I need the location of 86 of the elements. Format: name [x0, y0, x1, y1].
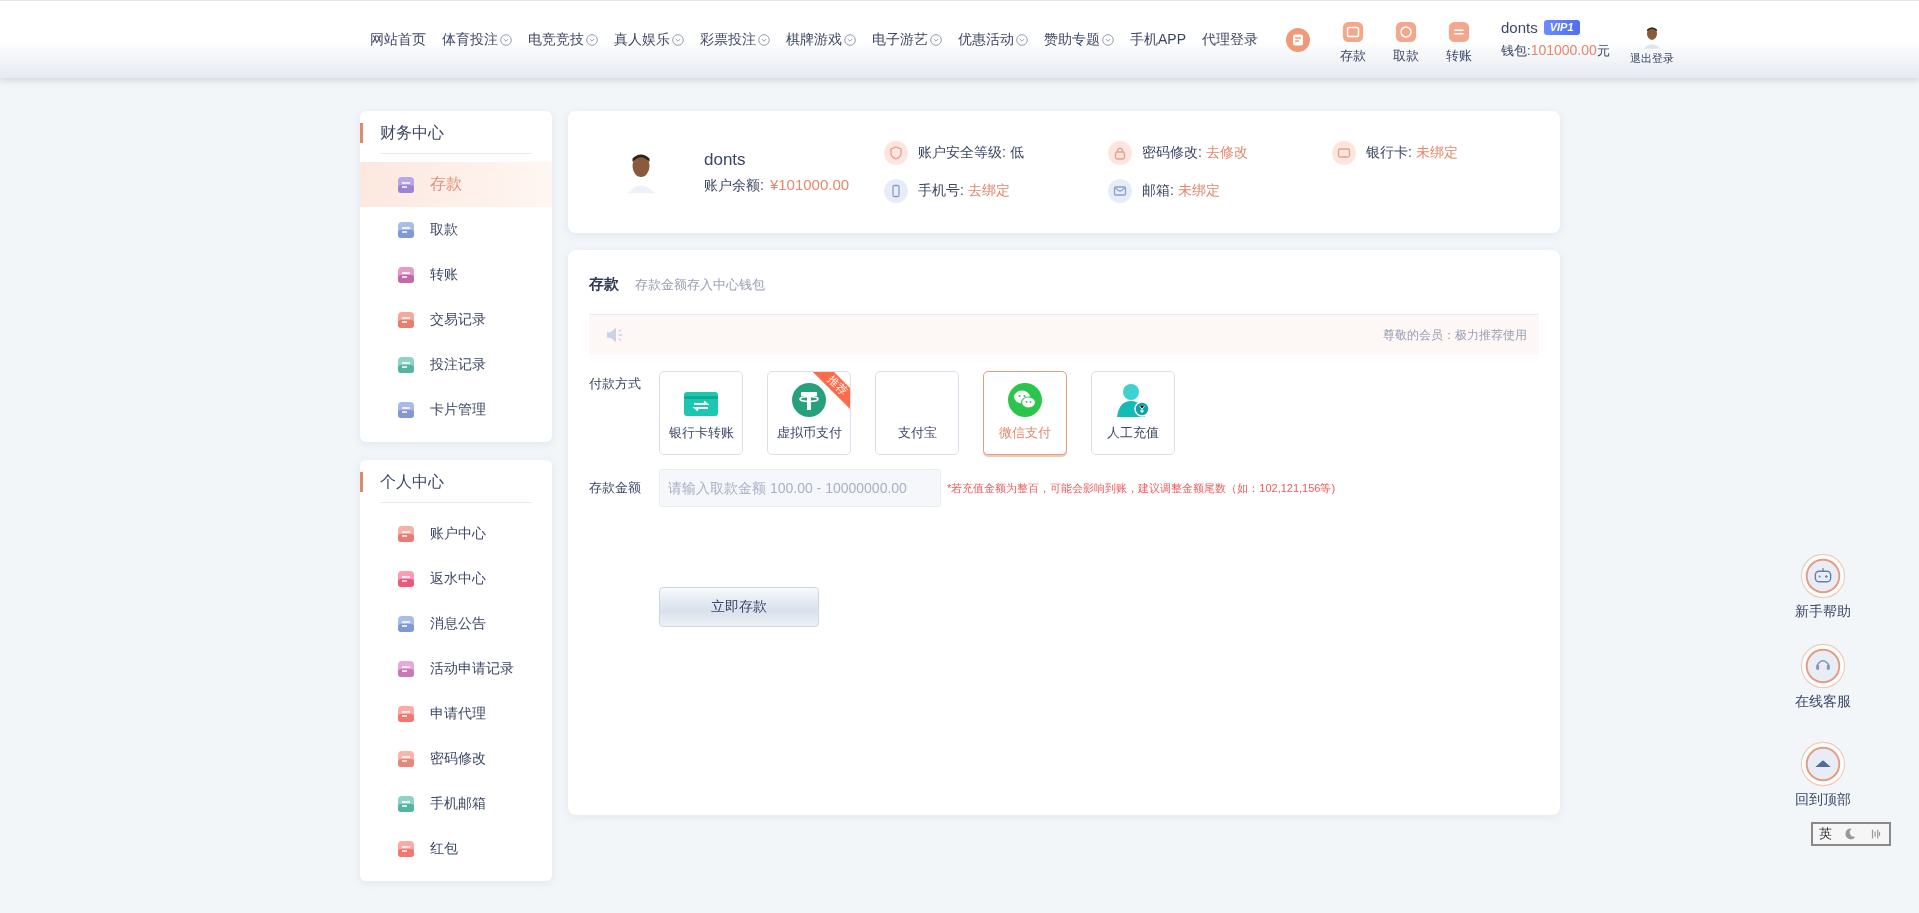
security-icon: [884, 179, 908, 203]
menu-item-icon: [396, 523, 416, 544]
security-icon: [1108, 179, 1132, 203]
floating-button[interactable]: 回到顶部: [1795, 741, 1851, 809]
menu-item-icon: [396, 658, 416, 679]
coin-icon: [791, 382, 827, 418]
message-icon[interactable]: [1286, 27, 1310, 52]
ime-toolbar[interactable]: 英: [1811, 822, 1891, 846]
panel-title: 存款: [589, 275, 619, 294]
menu-item-icon: [396, 354, 416, 375]
floating-button[interactable]: 在线客服: [1795, 643, 1851, 711]
amount-input[interactable]: 请输入取款金额 100.00 - 10000000.00: [659, 469, 941, 507]
person-icon: [1115, 382, 1151, 418]
chat-bubbles-icon: [1007, 382, 1043, 418]
sidebar-item[interactable]: 红包: [360, 826, 552, 871]
security-label: 手机号:: [918, 182, 964, 200]
sidebar-item[interactable]: 账户中心: [360, 511, 552, 556]
sidebar-item[interactable]: 手机邮箱: [360, 781, 552, 826]
sidebar-item[interactable]: 投注记录: [360, 342, 552, 387]
security-value: 低: [1009, 144, 1024, 162]
nav-link[interactable]: 棋牌游戏: [778, 30, 864, 49]
balance-label: 账户余额:: [704, 176, 764, 193]
payment-method-button[interactable]: 虚拟币支付 推荐: [767, 371, 851, 455]
sidebar-item[interactable]: 活动申请记录: [360, 646, 552, 691]
username: donts: [1501, 19, 1538, 36]
menu-item-icon: [396, 838, 416, 859]
nav-action-button[interactable]: 存款: [1340, 14, 1366, 65]
ring-icon: [1800, 741, 1846, 787]
nav-link[interactable]: 彩票投注: [692, 30, 778, 49]
nav-link[interactable]: 电子游艺: [864, 30, 950, 49]
nav-link[interactable]: 赞助专题: [1036, 30, 1122, 49]
avatar-icon: [1641, 25, 1662, 49]
menu-item-icon: [396, 568, 416, 589]
notice-text: 尊敬的会员：极力推荐使用: [1383, 326, 1527, 344]
nav-link[interactable]: 真人娱乐: [606, 30, 692, 49]
logout-button[interactable]: 退出登录: [1629, 13, 1674, 66]
menu-item-icon: [396, 748, 416, 769]
bank-card-icon: [683, 390, 719, 418]
vip-badge: VIP1: [1543, 20, 1580, 35]
payment-method-button[interactable]: 支付宝: [875, 371, 959, 455]
balance-amount: ¥101000.00: [769, 175, 850, 193]
menu-item-icon: [396, 703, 416, 724]
menu-item-icon: [396, 309, 416, 330]
security-label: 银行卡:: [1366, 144, 1412, 162]
nav-link[interactable]: 体育投注: [434, 30, 520, 49]
nav-link[interactable]: 优惠活动: [950, 30, 1036, 49]
menu-item-icon: [396, 174, 416, 195]
menu-item-icon: [396, 399, 416, 420]
nav-link[interactable]: 网站首页: [362, 30, 434, 49]
sidebar-item[interactable]: 申请代理: [360, 691, 552, 736]
security-icon: [1108, 141, 1132, 165]
ring-icon: [1800, 553, 1846, 599]
sidebar-item[interactable]: 消息公告: [360, 601, 552, 646]
deposit-submit-button[interactable]: 立即存款: [659, 587, 819, 627]
amount-hint: *若充值金额为整百，可能会影响到账，建议调整金额尾数（如：102,121,156等): [947, 480, 1336, 496]
nav-link[interactable]: 手机APP: [1122, 30, 1194, 49]
menu-item-icon: [396, 613, 416, 634]
security-label: 邮箱:: [1142, 182, 1174, 200]
security-icon: [884, 141, 908, 165]
security-label: 密码修改:: [1142, 144, 1202, 162]
sidebar-item[interactable]: 返水中心: [360, 556, 552, 601]
sidebar-item[interactable]: 卡片管理: [360, 387, 552, 432]
menu-item-icon: [396, 793, 416, 814]
nav-action-button[interactable]: 取款: [1393, 14, 1419, 65]
menu-item-icon: [396, 264, 416, 285]
profile-name: donts: [704, 149, 747, 170]
field-label: 存款金额: [589, 479, 642, 497]
sidebar-item[interactable]: 交易记录: [360, 297, 552, 342]
ring-icon: [1800, 643, 1846, 689]
wallet-balance: 钱包:101000.00元: [1501, 42, 1610, 60]
nav-action-button[interactable]: 转账: [1446, 14, 1472, 65]
nav-link[interactable]: 电竞竞技: [520, 30, 606, 49]
sidebar-item[interactable]: 密码修改: [360, 736, 552, 781]
field-label: 付款方式: [589, 375, 642, 393]
sidebar-item[interactable]: 转账: [360, 252, 552, 297]
sidebar-item[interactable]: 取款: [360, 207, 552, 252]
payment-method-button[interactable]: 人工充值: [1091, 371, 1175, 455]
sidebar-heading: 财务中心: [360, 123, 552, 143]
floating-button[interactable]: 新手帮助: [1795, 553, 1851, 621]
panel-subtitle: 存款金额存入中心钱包: [635, 276, 765, 294]
security-label: 账户安全等级:: [918, 144, 1006, 162]
nav-link[interactable]: 代理登录: [1194, 30, 1266, 49]
payment-method-button[interactable]: 银行卡转账: [659, 371, 743, 455]
security-icon: [1332, 141, 1356, 165]
sidebar-heading: 个人中心: [360, 472, 552, 492]
menu-item-icon: [396, 219, 416, 240]
